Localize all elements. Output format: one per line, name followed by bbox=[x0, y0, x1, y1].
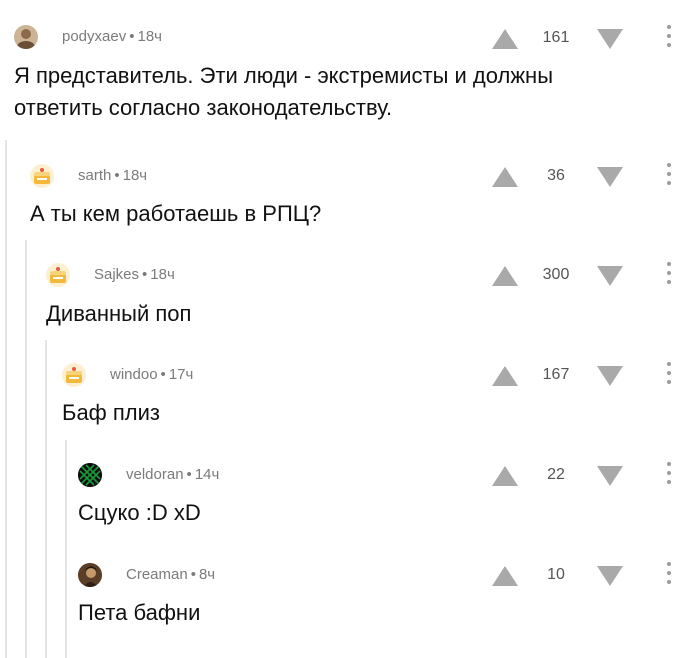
more-vertical-icon[interactable] bbox=[664, 562, 674, 588]
thread-line bbox=[45, 340, 47, 658]
avatar[interactable] bbox=[14, 25, 38, 49]
comment-text: Диванный поп bbox=[46, 301, 192, 326]
more-vertical-icon[interactable] bbox=[664, 25, 674, 51]
author-name[interactable]: Sajkes bbox=[94, 266, 139, 283]
comment-time: 17ч bbox=[168, 366, 194, 383]
avatar[interactable] bbox=[78, 463, 102, 487]
comment-time: 8ч bbox=[198, 566, 216, 583]
comment-text: Я представитель. Эти люди - экстремисты … bbox=[14, 63, 554, 120]
thread-line bbox=[65, 440, 67, 658]
downvote-icon[interactable] bbox=[597, 366, 623, 386]
comment-rating: 36 bbox=[547, 167, 565, 184]
more-vertical-icon[interactable] bbox=[664, 262, 674, 288]
more-vertical-icon[interactable] bbox=[664, 462, 674, 488]
comment-time: 18ч bbox=[150, 266, 175, 283]
comment-meta: podyxaev • 18ч bbox=[62, 28, 162, 45]
comment-meta: sarth • 18ч bbox=[78, 167, 148, 184]
downvote-icon[interactable] bbox=[597, 566, 623, 586]
downvote-icon[interactable] bbox=[597, 266, 623, 286]
comment-time: 14ч bbox=[194, 466, 220, 483]
comment-rating: 161 bbox=[542, 29, 570, 46]
avatar[interactable] bbox=[30, 164, 54, 188]
author-name[interactable]: windoo bbox=[110, 366, 158, 383]
comment-rating: 22 bbox=[547, 466, 565, 483]
upvote-icon[interactable] bbox=[492, 366, 518, 386]
comment-time: 18ч bbox=[137, 28, 162, 45]
more-vertical-icon[interactable] bbox=[664, 163, 674, 189]
comment-text: Баф плиз bbox=[62, 400, 161, 425]
upvote-icon[interactable] bbox=[492, 266, 518, 286]
avatar[interactable] bbox=[78, 563, 102, 587]
downvote-icon[interactable] bbox=[597, 466, 623, 486]
downvote-icon[interactable] bbox=[597, 29, 623, 49]
comment-text: Пета бафни bbox=[78, 600, 201, 625]
comment-time: 18ч bbox=[122, 167, 148, 184]
comment-rating: 167 bbox=[542, 366, 570, 383]
comment-rating: 10 bbox=[547, 566, 565, 583]
upvote-icon[interactable] bbox=[492, 167, 518, 187]
author-name[interactable]: podyxaev bbox=[62, 28, 126, 45]
comment-meta: veldoran • 14ч bbox=[126, 466, 220, 483]
comment-text: Сцуко :D xD bbox=[78, 500, 201, 525]
author-name[interactable]: Creaman bbox=[126, 566, 188, 583]
avatar[interactable] bbox=[46, 263, 70, 287]
more-vertical-icon[interactable] bbox=[664, 362, 674, 388]
thread-line bbox=[25, 240, 27, 658]
comment-rating: 300 bbox=[542, 266, 570, 283]
upvote-icon[interactable] bbox=[492, 466, 518, 486]
author-name[interactable]: veldoran bbox=[126, 466, 184, 483]
comment-text: А ты кем работаешь в РПЦ? bbox=[30, 201, 322, 226]
avatar[interactable] bbox=[62, 363, 86, 387]
author-name[interactable]: sarth bbox=[78, 167, 111, 184]
comment-meta: windoo • 17ч bbox=[110, 366, 194, 383]
upvote-icon[interactable] bbox=[492, 29, 518, 49]
downvote-icon[interactable] bbox=[597, 167, 623, 187]
comment-meta: Sajkes • 18ч bbox=[94, 266, 175, 283]
upvote-icon[interactable] bbox=[492, 566, 518, 586]
thread-line bbox=[5, 140, 7, 658]
comment-meta: Creaman • 8ч bbox=[126, 566, 216, 583]
